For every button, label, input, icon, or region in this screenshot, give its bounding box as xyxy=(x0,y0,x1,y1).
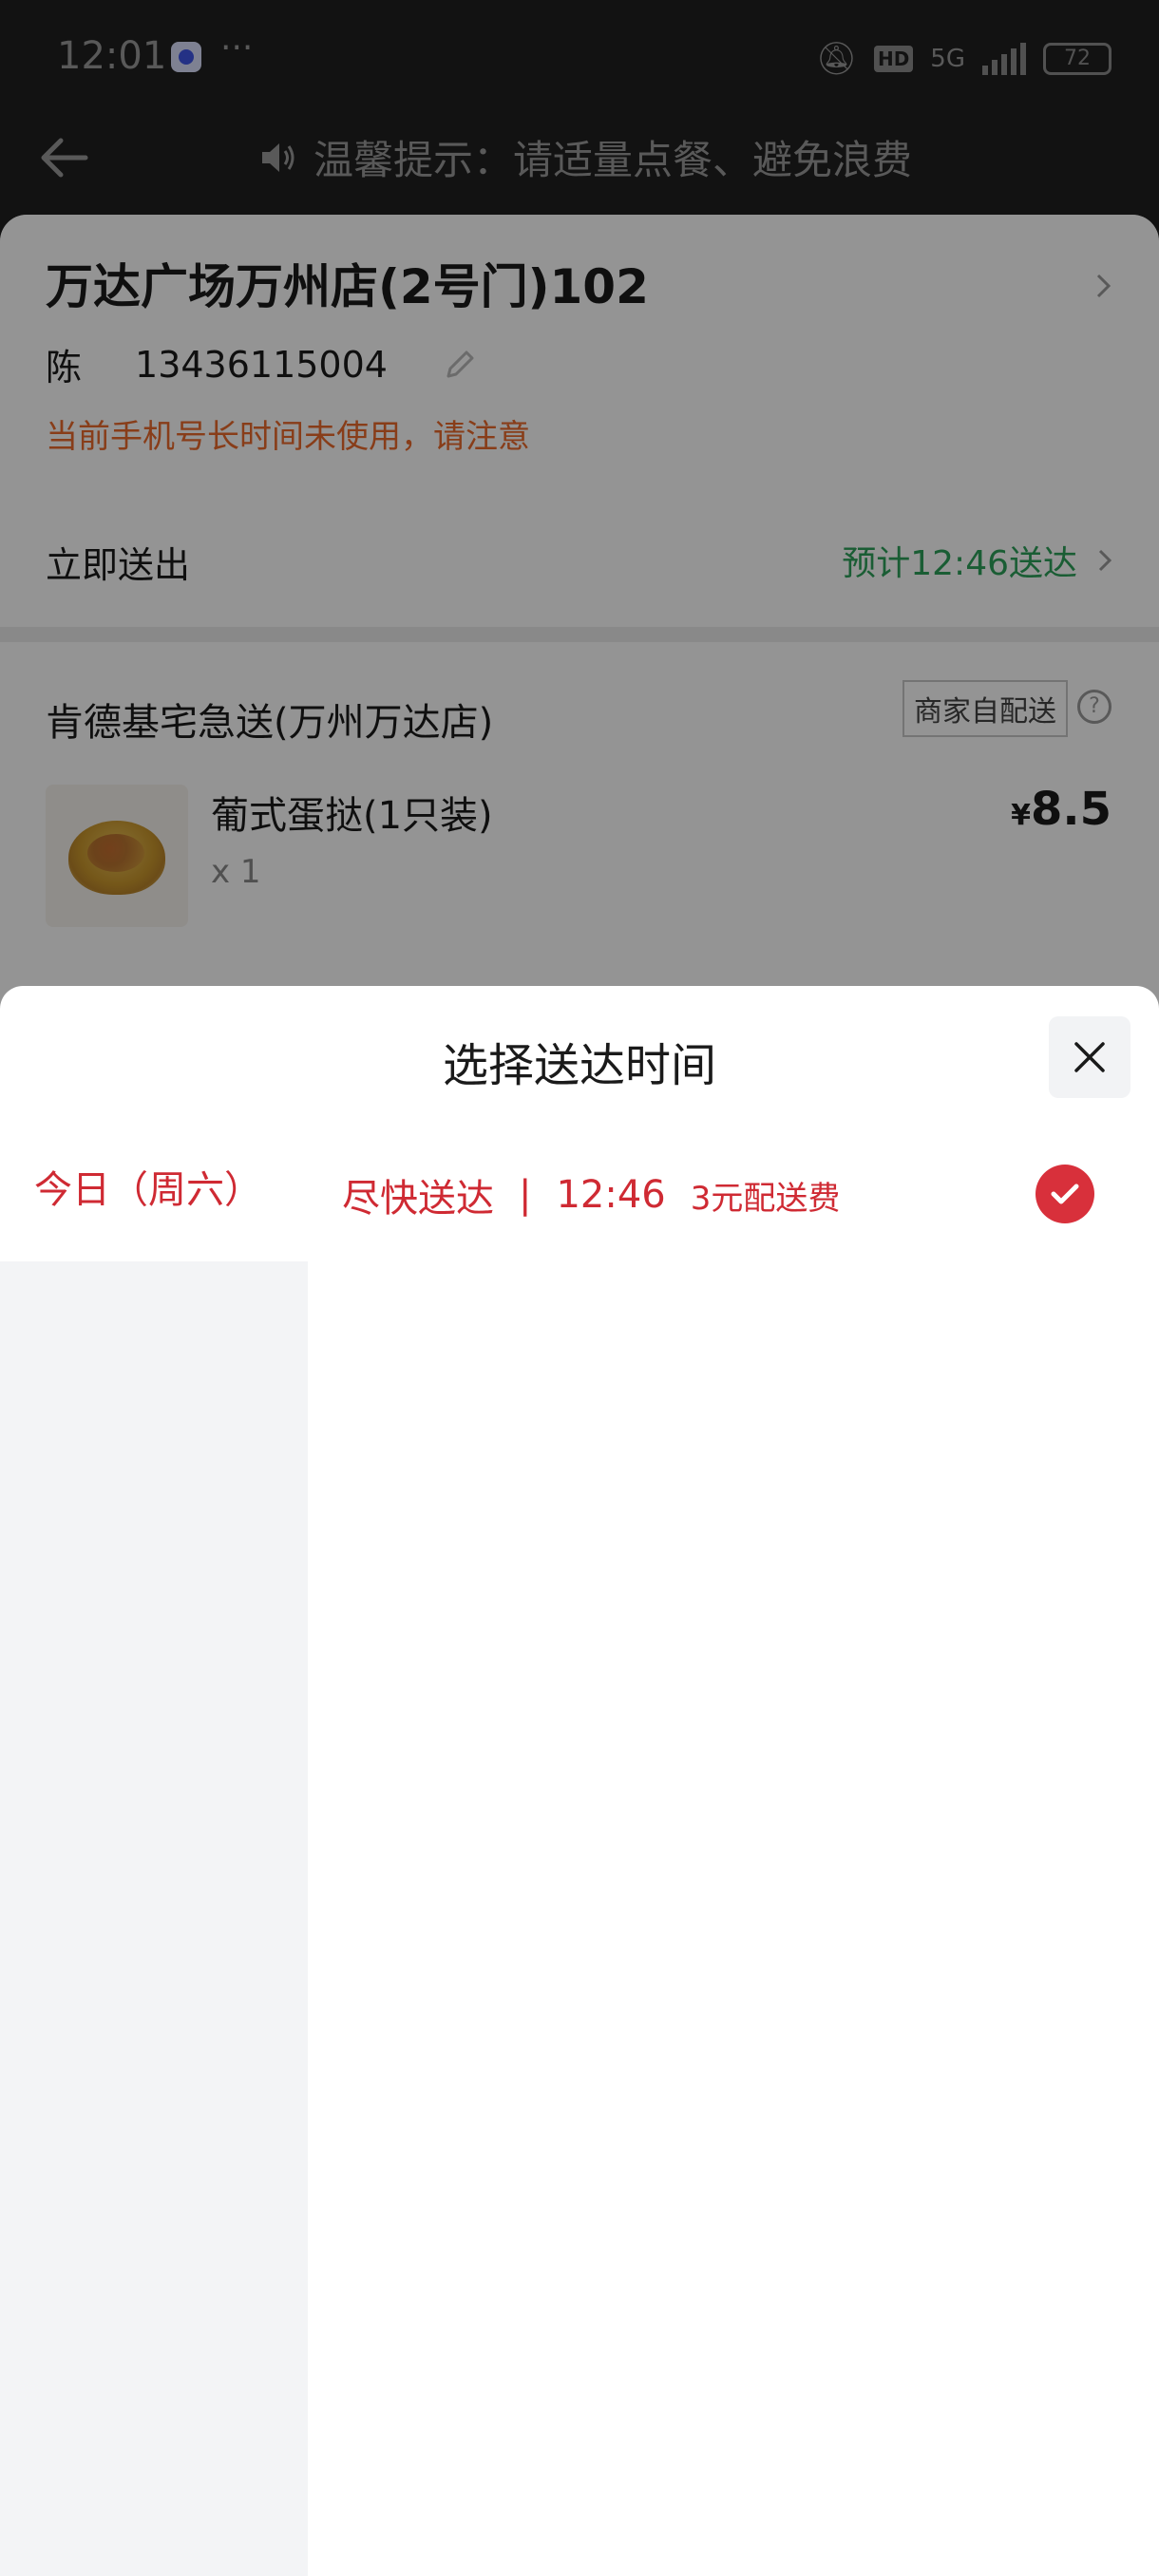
time-slot-separator: | xyxy=(519,1173,532,1217)
close-icon xyxy=(1074,1042,1105,1072)
day-item-today[interactable]: 今日（周六） xyxy=(0,1128,308,1261)
delivery-time-sheet: 选择送达时间 今日（周六） 尽快送达 | 12:46 3元配送费 xyxy=(0,986,1159,2576)
time-slot-time: 12:46 xyxy=(556,1173,666,1217)
delivery-fee: 3元配送费 xyxy=(690,1179,841,1218)
close-button[interactable] xyxy=(1049,1016,1130,1098)
time-slot-list: 尽快送达 | 12:46 3元配送费 xyxy=(308,1128,1159,2576)
day-list: 今日（周六） xyxy=(0,1128,308,2576)
sheet-title: 选择送达时间 xyxy=(442,1039,716,1092)
time-slot-asap[interactable]: 尽快送达 | 12:46 3元配送费 xyxy=(308,1128,1159,1261)
check-icon xyxy=(1036,1165,1094,1223)
time-slot-label: 尽快送达 xyxy=(342,1177,494,1221)
